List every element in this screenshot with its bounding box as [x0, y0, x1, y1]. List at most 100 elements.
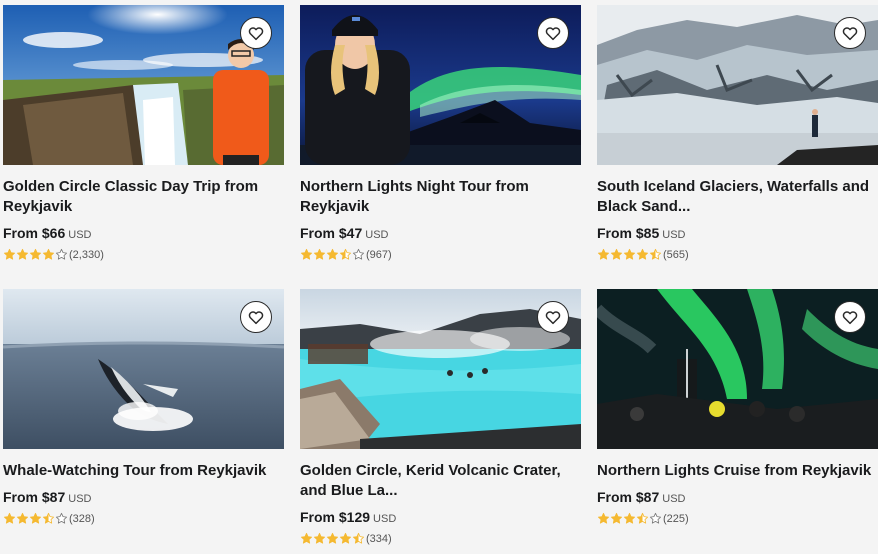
star-icon	[610, 248, 623, 260]
review-count: (334)	[366, 532, 392, 545]
star-icon	[55, 248, 68, 260]
star-icon	[29, 248, 42, 260]
heart-icon	[248, 311, 264, 325]
activity-image[interactable]	[597, 5, 878, 165]
price-amount: $47	[338, 225, 363, 241]
activity-card[interactable]: Northern Lights Cruise from Reykjavik Fr…	[597, 289, 878, 525]
price-currency: USD	[68, 229, 92, 241]
star-icon	[326, 532, 339, 544]
price-prefix: From	[3, 489, 38, 505]
rating: (328)	[3, 512, 284, 525]
star-icon	[649, 248, 662, 260]
activity-price: From $85 USD	[597, 224, 878, 244]
price-prefix: From	[597, 489, 632, 505]
activity-image[interactable]	[300, 5, 581, 165]
star-icon	[352, 532, 365, 544]
star-icon	[55, 512, 68, 524]
review-count: (2,330)	[69, 248, 104, 261]
star-rating	[3, 248, 68, 261]
activity-title[interactable]: Whale-Watching Tour from Reykjavik	[3, 461, 284, 481]
star-rating	[597, 512, 662, 525]
activity-image[interactable]	[300, 289, 581, 449]
activity-title[interactable]: Golden Circle Classic Day Trip from Reyk…	[3, 177, 284, 217]
review-count: (225)	[663, 512, 689, 525]
activity-title[interactable]: Northern Lights Cruise from Reykjavik	[597, 461, 878, 481]
activity-image[interactable]	[3, 289, 284, 449]
star-rating	[3, 512, 68, 525]
star-rating	[300, 248, 365, 261]
activity-image[interactable]	[3, 5, 284, 165]
activity-price: From $47 USD	[300, 224, 581, 244]
price-amount: $87	[41, 489, 66, 505]
star-icon	[29, 512, 42, 524]
review-count: (565)	[663, 248, 689, 261]
activity-card[interactable]: South Iceland Glaciers, Waterfalls and B…	[597, 5, 878, 261]
star-icon	[16, 248, 29, 260]
activity-title[interactable]: South Iceland Glaciers, Waterfalls and B…	[597, 177, 878, 217]
price-amount: $85	[635, 225, 660, 241]
activity-title[interactable]: Northern Lights Night Tour from Reykjavi…	[300, 177, 581, 217]
star-icon	[610, 512, 623, 524]
price-amount: $129	[338, 509, 371, 525]
star-icon	[3, 512, 16, 524]
wishlist-button[interactable]	[537, 17, 569, 49]
heart-icon	[248, 27, 264, 41]
star-icon	[339, 248, 352, 260]
star-icon	[623, 248, 636, 260]
price-prefix: From	[300, 509, 335, 525]
star-icon	[339, 532, 352, 544]
star-icon	[649, 512, 662, 524]
wishlist-button[interactable]	[834, 301, 866, 333]
activity-card[interactable]: Northern Lights Night Tour from Reykjavi…	[300, 5, 581, 261]
star-icon	[16, 512, 29, 524]
activity-price: From $129 USD	[300, 508, 581, 528]
price-amount: $87	[635, 489, 660, 505]
price-currency: USD	[373, 513, 397, 525]
activity-card[interactable]: Golden Circle Classic Day Trip from Reyk…	[3, 5, 284, 261]
rating: (334)	[300, 532, 581, 545]
star-icon	[3, 248, 16, 260]
rating: (2,330)	[3, 248, 284, 261]
star-icon	[313, 532, 326, 544]
heart-icon	[545, 27, 561, 41]
price-currency: USD	[365, 229, 389, 241]
review-count: (967)	[366, 248, 392, 261]
heart-icon	[842, 27, 858, 41]
rating: (565)	[597, 248, 878, 261]
wishlist-button[interactable]	[240, 17, 272, 49]
activity-card[interactable]: Whale-Watching Tour from Reykjavik From …	[3, 289, 284, 525]
activity-price: From $87 USD	[3, 488, 284, 508]
star-icon	[352, 248, 365, 260]
price-amount: $66	[41, 225, 66, 241]
star-icon	[636, 512, 649, 524]
heart-icon	[545, 311, 561, 325]
price-prefix: From	[597, 225, 632, 241]
heart-icon	[842, 311, 858, 325]
star-icon	[42, 512, 55, 524]
star-icon	[636, 248, 649, 260]
star-icon	[597, 248, 610, 260]
star-icon	[313, 248, 326, 260]
star-rating	[300, 532, 365, 545]
activity-title[interactable]: Golden Circle, Kerid Volcanic Crater, an…	[300, 461, 581, 501]
wishlist-button[interactable]	[240, 301, 272, 333]
review-count: (328)	[69, 512, 95, 525]
activity-card[interactable]: Golden Circle, Kerid Volcanic Crater, an…	[300, 289, 581, 545]
activity-price: From $66 USD	[3, 224, 284, 244]
star-icon	[623, 512, 636, 524]
price-prefix: From	[3, 225, 38, 241]
activity-price: From $87 USD	[597, 488, 878, 508]
wishlist-button[interactable]	[834, 17, 866, 49]
rating: (967)	[300, 248, 581, 261]
price-prefix: From	[300, 225, 335, 241]
star-rating	[597, 248, 662, 261]
star-icon	[597, 512, 610, 524]
wishlist-button[interactable]	[537, 301, 569, 333]
star-icon	[42, 248, 55, 260]
activity-image[interactable]	[597, 289, 878, 449]
price-currency: USD	[662, 229, 686, 241]
star-icon	[326, 248, 339, 260]
rating: (225)	[597, 512, 878, 525]
price-currency: USD	[662, 493, 686, 505]
star-icon	[300, 532, 313, 544]
